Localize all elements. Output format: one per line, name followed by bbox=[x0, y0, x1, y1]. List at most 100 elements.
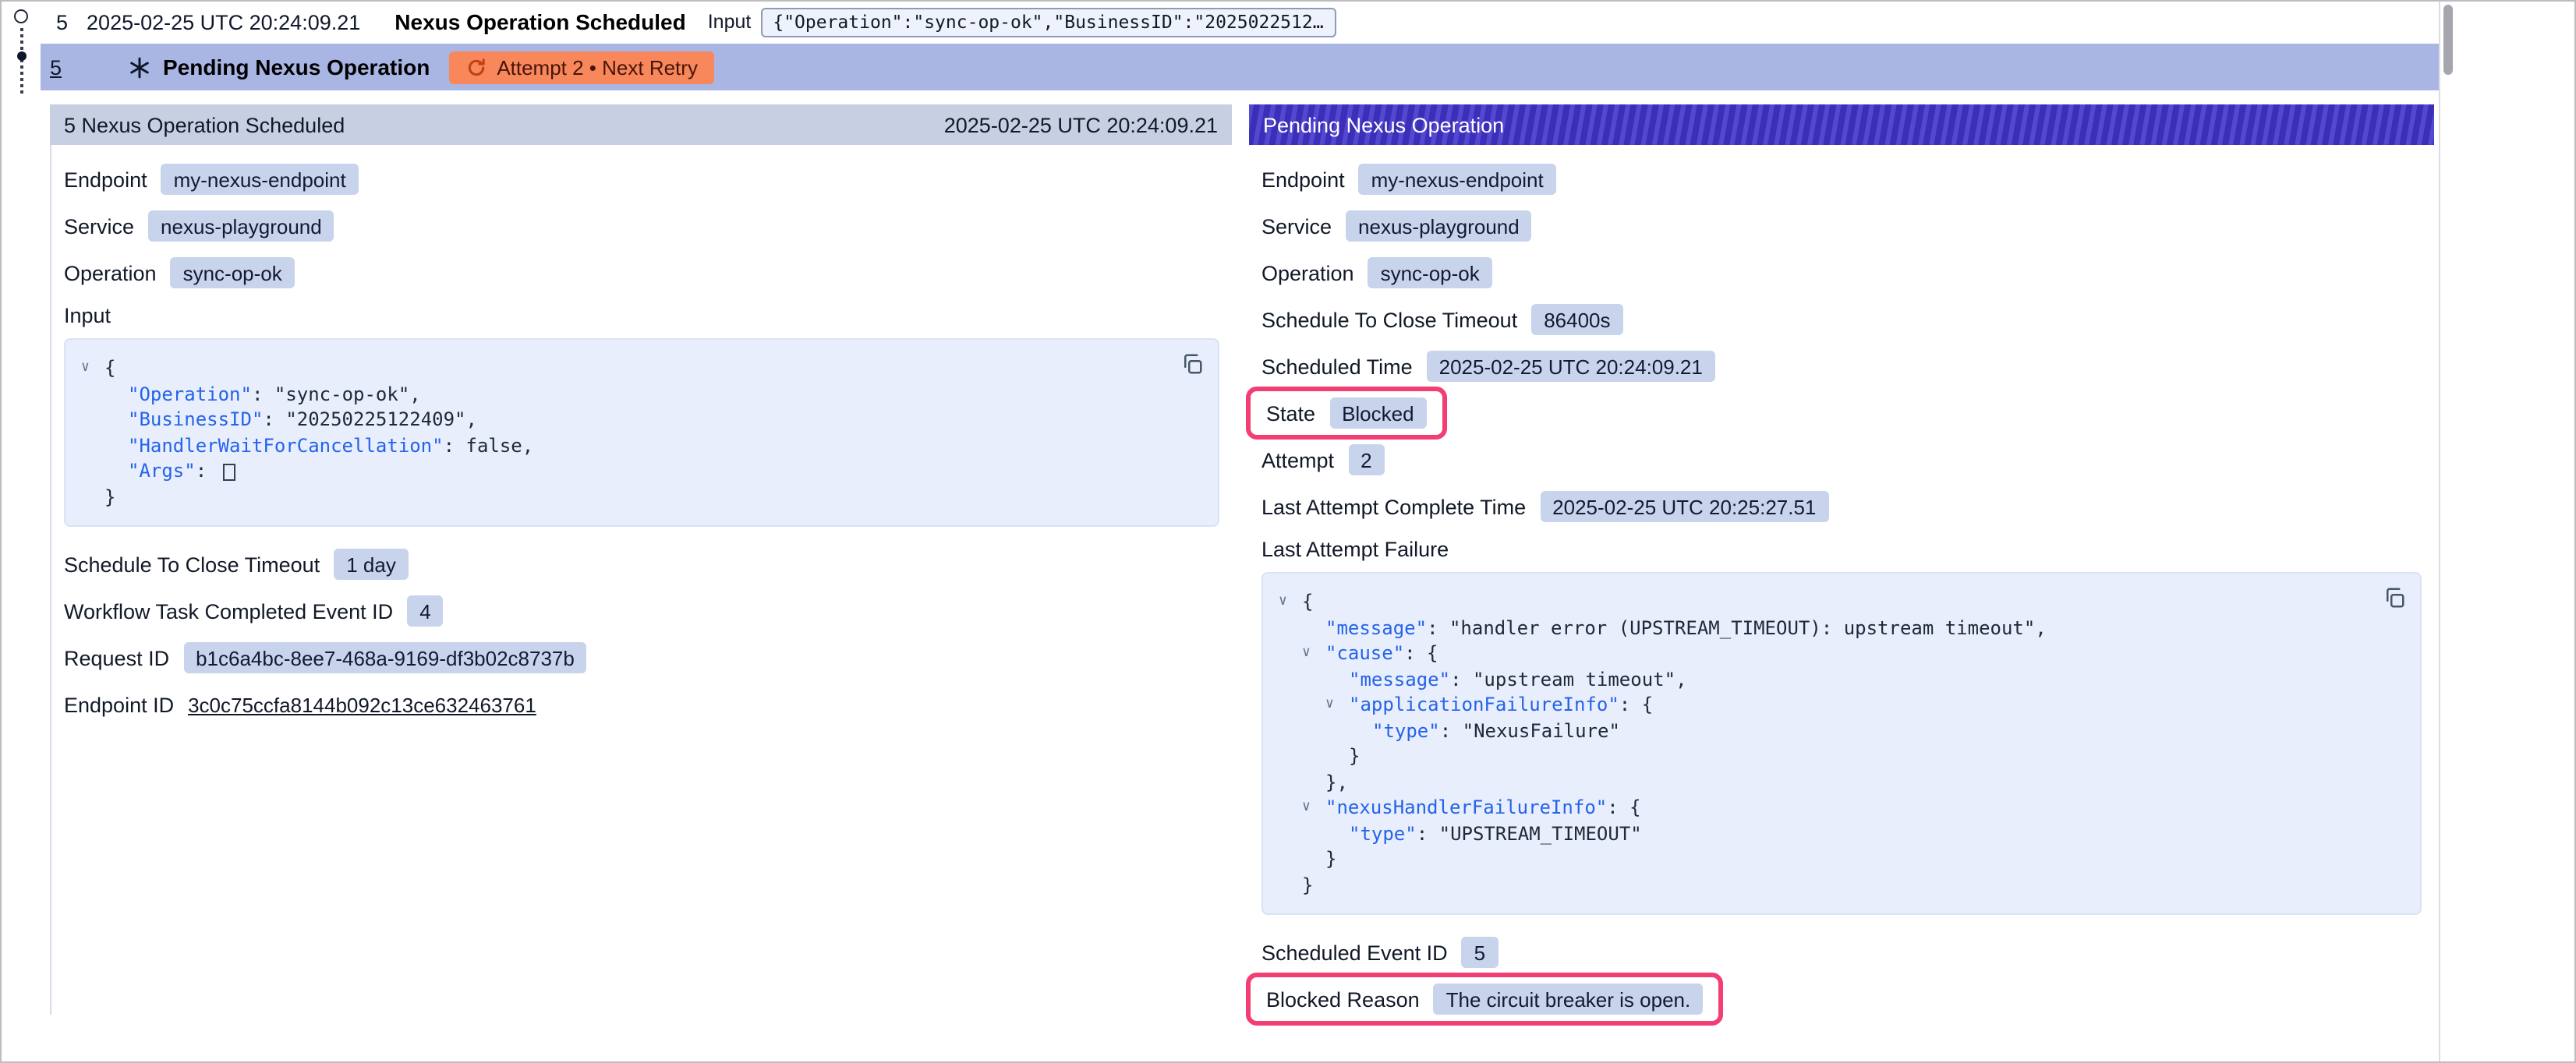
scheduled-panel-timestamp: 2025-02-25 UTC 20:24:09.21 bbox=[944, 113, 1218, 136]
json-code-line: } bbox=[1279, 846, 2367, 872]
field-value-chip: 4 bbox=[407, 595, 443, 627]
json-code-line: "message": "upstream timeout", bbox=[1279, 666, 2367, 692]
collapse-chevron-icon[interactable]: ∨ bbox=[1302, 647, 1325, 661]
field-value-chip: my-nexus-endpoint bbox=[161, 164, 359, 195]
content-divider bbox=[2439, 2, 2440, 1061]
field-state: State Blocked bbox=[1261, 397, 2422, 429]
input-section-label: Input bbox=[64, 304, 1219, 332]
field-scheduled-time: Scheduled Time 2025-02-25 UTC 20:24:09.2… bbox=[1261, 351, 2422, 382]
pending-panel-title: Pending Nexus Operation bbox=[1263, 113, 1504, 136]
field-label: Schedule To Close Timeout bbox=[1261, 308, 1517, 331]
field-value-chip: nexus-playground bbox=[148, 210, 334, 242]
event-title: Nexus Operation Scheduled bbox=[395, 9, 685, 34]
event-id[interactable]: 5 bbox=[56, 10, 68, 34]
field-value-chip: 2025-02-25 UTC 20:24:09.21 bbox=[1427, 351, 1715, 382]
field-value-chip: 5 bbox=[1462, 937, 1498, 968]
field-last-attempt-complete-time: Last Attempt Complete Time 2025-02-25 UT… bbox=[1261, 491, 2422, 522]
pending-panel-header: Pending Nexus Operation bbox=[1249, 104, 2434, 145]
scheduled-panel-header: 5 Nexus Operation Scheduled 2025-02-25 U… bbox=[50, 104, 1232, 145]
collapse-chevron-icon[interactable]: ∨ bbox=[1302, 801, 1325, 815]
json-token: : bbox=[1427, 617, 1449, 639]
field-label: State bbox=[1266, 401, 1315, 425]
collapse-chevron-icon[interactable]: ∨ bbox=[1325, 698, 1349, 712]
collapse-chevron-icon[interactable]: ∨ bbox=[81, 362, 104, 376]
json-token: "message" bbox=[1325, 617, 1427, 639]
json-token: : bbox=[1417, 823, 1439, 845]
field-value-chip: 86400s bbox=[1531, 304, 1622, 335]
json-code-line: } bbox=[1279, 872, 2367, 898]
field-scheduled-event-id: Scheduled Event ID 5 bbox=[1261, 937, 2422, 968]
field-blocked-reason: Blocked Reason The circuit breaker is op… bbox=[1261, 984, 2422, 1015]
failure-section-label: Last Attempt Failure bbox=[1261, 538, 2422, 566]
retry-badge-label: Attempt 2 • Next Retry bbox=[497, 55, 698, 79]
pending-operation-panel: Pending Nexus Operation Endpoint my-nexu… bbox=[1249, 104, 2434, 1030]
json-code-line: ∨"applicationFailureInfo": { bbox=[1279, 692, 2367, 718]
pending-asterisk-icon bbox=[127, 55, 150, 79]
event-history-list: 5 2025-02-25 UTC 20:24:09.21 Nexus Opera… bbox=[41, 2, 2439, 90]
json-token: , bbox=[522, 435, 533, 457]
json-token: "Args" bbox=[128, 461, 196, 482]
event-id-link[interactable]: 5 bbox=[50, 55, 62, 79]
json-token: } bbox=[104, 486, 115, 508]
json-token: false bbox=[466, 435, 522, 457]
annotation-highlight-blocked-reason: Blocked Reason The circuit breaker is op… bbox=[1246, 973, 1723, 1026]
field-value-chip: sync-op-ok bbox=[1368, 257, 1492, 288]
vertical-scrollbar-thumb[interactable] bbox=[2443, 5, 2453, 75]
refresh-icon bbox=[465, 57, 486, 77]
json-token: }, bbox=[1325, 772, 1348, 793]
field-label: Workflow Task Completed Event ID bbox=[64, 599, 393, 623]
field-endpoint: Endpoint my-nexus-endpoint bbox=[1261, 164, 2422, 195]
json-token: : bbox=[252, 383, 274, 405]
input-preview-chip[interactable]: {"Operation":"sync-op-ok","BusinessID":"… bbox=[760, 7, 1336, 37]
endpoint-id-link[interactable]: 3c0c75ccfa8144b092c13ce632463761 bbox=[188, 693, 536, 716]
json-token: } bbox=[1302, 874, 1313, 896]
json-code-line: } bbox=[81, 484, 1165, 510]
json-token: : { bbox=[1404, 643, 1438, 665]
field-value-chip: 1 day bbox=[334, 549, 409, 580]
field-label: Scheduled Time bbox=[1261, 355, 1413, 378]
field-label: Request ID bbox=[64, 646, 169, 669]
field-wft-completed-event-id: Workflow Task Completed Event ID 4 bbox=[64, 595, 1219, 627]
json-code-line: } bbox=[1279, 743, 2367, 769]
input-json-viewer: ∨{"Operation": "sync-op-ok","BusinessID"… bbox=[64, 338, 1219, 527]
json-token: "sync-op-ok" bbox=[274, 383, 409, 405]
json-token: "type" bbox=[1372, 720, 1440, 742]
json-token: , bbox=[2035, 617, 2046, 639]
field-value-chip: 2025-02-25 UTC 20:25:27.51 bbox=[1540, 491, 1828, 522]
json-code-line: "type": "UPSTREAM_TIMEOUT" bbox=[1279, 821, 2367, 846]
field-endpoint-id: Endpoint ID 3c0c75ccfa8144b092c13ce63246… bbox=[64, 689, 1219, 720]
json-token: "20250225122409" bbox=[285, 409, 465, 431]
event-timestamp: 2025-02-25 UTC 20:24:09.21 bbox=[87, 10, 360, 34]
state-value-chip: Blocked bbox=[1329, 397, 1427, 429]
event-row-scheduled[interactable]: 5 2025-02-25 UTC 20:24:09.21 Nexus Opera… bbox=[41, 2, 2439, 42]
field-service: Service nexus-playground bbox=[1261, 210, 2422, 242]
json-token: "NexusFailure" bbox=[1463, 720, 1620, 742]
field-schedule-to-close: Schedule To Close Timeout 86400s bbox=[1261, 304, 2422, 335]
app-window: 5 2025-02-25 UTC 20:24:09.21 Nexus Opera… bbox=[0, 0, 2576, 1063]
pending-panel-body: Endpoint my-nexus-endpoint Service nexus… bbox=[1249, 145, 2434, 1015]
field-value-chip: my-nexus-endpoint bbox=[1359, 164, 1556, 195]
json-token: "UPSTREAM_TIMEOUT" bbox=[1439, 823, 1642, 845]
field-label: Service bbox=[64, 214, 134, 238]
json-token: : bbox=[1440, 720, 1463, 742]
timeline-node-icon bbox=[14, 9, 28, 23]
event-row-pending-selected[interactable]: 5 Pending Nexus Operation Attempt 2 • Ne… bbox=[41, 44, 2439, 90]
input-label: Input bbox=[708, 11, 752, 33]
json-code-line: ∨"cause": { bbox=[1279, 641, 2367, 666]
json-token: , bbox=[409, 383, 420, 405]
retry-badge: Attempt 2 • Next Retry bbox=[448, 51, 715, 83]
json-token: , bbox=[466, 409, 477, 431]
json-token: "HandlerWaitForCancellation" bbox=[128, 435, 444, 457]
copy-button[interactable] bbox=[2383, 586, 2406, 609]
json-token: : { bbox=[1607, 797, 1640, 819]
field-request-id: Request ID b1c6a4bc-8ee7-468a-9169-df3b0… bbox=[64, 642, 1219, 673]
json-code-line: "Args": bbox=[81, 458, 1165, 484]
json-token: "nexusHandlerFailureInfo" bbox=[1325, 797, 1607, 819]
json-code-line: "Operation": "sync-op-ok", bbox=[81, 381, 1165, 407]
failure-json-viewer: ∨{"message": "handler error (UPSTREAM_TI… bbox=[1261, 572, 2422, 915]
copy-button[interactable] bbox=[1180, 352, 1204, 376]
timeline-dot-icon bbox=[16, 51, 26, 61]
scheduled-panel-title: 5 Nexus Operation Scheduled bbox=[64, 113, 345, 136]
collapse-chevron-icon[interactable]: ∨ bbox=[1279, 595, 1302, 609]
event-timeline bbox=[11, 6, 36, 97]
